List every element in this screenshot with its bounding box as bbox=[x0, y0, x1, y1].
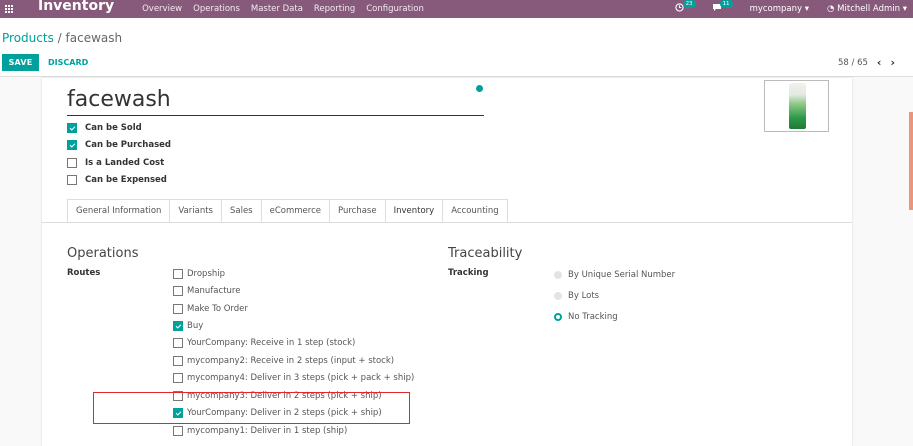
route-label: Manufacture bbox=[187, 286, 241, 296]
route-dropship-checkbox[interactable] bbox=[173, 269, 183, 279]
pager: 58 / 65 ‹ › bbox=[838, 56, 895, 69]
routes-label: Routes bbox=[67, 268, 101, 278]
tab-sales[interactable]: Sales bbox=[221, 199, 262, 223]
route-label: mycompany1: Deliver in 1 step (ship) bbox=[187, 426, 348, 436]
tab-ecommerce[interactable]: eCommerce bbox=[261, 199, 330, 223]
landed-cost-row: Is a Landed Cost bbox=[67, 158, 164, 168]
pager-next-icon[interactable]: › bbox=[890, 56, 895, 69]
tracking-label: Tracking bbox=[448, 268, 489, 278]
route-checkbox[interactable] bbox=[173, 356, 183, 366]
route-label: Buy bbox=[187, 321, 204, 331]
route-label: YourCompany: Receive in 1 step (stock) bbox=[187, 338, 356, 348]
tracking-lots-radio[interactable] bbox=[554, 292, 562, 300]
route-checkbox[interactable] bbox=[173, 426, 183, 436]
control-panel: Products / facewash SAVE DISCARD 58 / 65… bbox=[0, 18, 913, 77]
route-label: Make To Order bbox=[187, 304, 248, 314]
menu-operations[interactable]: Operations bbox=[193, 4, 240, 14]
route-manufacture-checkbox[interactable] bbox=[173, 286, 183, 296]
radio-label: By Lots bbox=[568, 291, 600, 301]
route-label: mycompany2: Receive in 2 steps (input + … bbox=[187, 356, 395, 366]
landed-cost-label: Is a Landed Cost bbox=[85, 158, 165, 168]
product-name-field[interactable]: facewash bbox=[67, 86, 171, 114]
route-checkbox[interactable] bbox=[173, 338, 183, 348]
product-image[interactable] bbox=[764, 80, 829, 132]
breadcrumb-current: facewash bbox=[65, 31, 123, 45]
route-dropship: Dropship bbox=[173, 269, 225, 279]
menu-master-data[interactable]: Master Data bbox=[251, 4, 303, 14]
tab-general-information[interactable]: General Information bbox=[67, 199, 171, 223]
tab-purchase[interactable]: Purchase bbox=[329, 199, 386, 223]
can-be-sold-row: Can be Sold bbox=[67, 123, 142, 133]
tab-accounting[interactable]: Accounting bbox=[443, 199, 508, 223]
app-title[interactable]: Inventory bbox=[38, 0, 114, 13]
radio-label: By Unique Serial Number bbox=[568, 270, 676, 280]
tracking-serial-radio[interactable] bbox=[554, 271, 562, 279]
can-be-purchased-checkbox[interactable] bbox=[67, 140, 77, 150]
user-name: Mitchell Admin bbox=[837, 4, 901, 14]
route-label: Dropship bbox=[187, 269, 226, 279]
top-navbar: Inventory Overview Operations Master Dat… bbox=[0, 0, 913, 18]
traceability-title: Traceability bbox=[448, 246, 523, 261]
save-button[interactable]: SAVE bbox=[2, 54, 39, 71]
route-mycompany2-receive-2: mycompany2: Receive in 2 steps (input + … bbox=[173, 356, 394, 366]
tabs-divider bbox=[42, 222, 852, 223]
can-be-sold-checkbox[interactable] bbox=[67, 123, 77, 133]
notebook-tabs: General Information Variants Sales eComm… bbox=[67, 199, 508, 223]
tab-inventory[interactable]: Inventory bbox=[385, 199, 444, 223]
breadcrumb-separator: / bbox=[57, 31, 62, 45]
messages-chat-icon[interactable]: 11 bbox=[712, 0, 733, 15]
can-be-expensed-label: Can be Expensed bbox=[85, 175, 167, 185]
user-menu[interactable]: ◔ Mitchell Admin ▾ bbox=[827, 4, 907, 14]
systray: 23 11 mycompany ▾ ◔ Mitchell Admin ▾ bbox=[674, 0, 913, 18]
tracking-lots-option: By Lots bbox=[554, 291, 599, 301]
radio-label: No Tracking bbox=[568, 312, 618, 322]
route-mycompany1-deliver-1: mycompany1: Deliver in 1 step (ship) bbox=[173, 426, 347, 436]
company-name: mycompany bbox=[749, 4, 803, 14]
route-buy: Buy bbox=[173, 321, 203, 331]
tracking-none-option: No Tracking bbox=[554, 312, 618, 322]
highlight-box bbox=[93, 392, 410, 424]
operations-title: Operations bbox=[67, 246, 139, 261]
discard-button[interactable]: DISCARD bbox=[48, 54, 88, 71]
scrollbar-accent[interactable] bbox=[909, 112, 913, 210]
route-checkbox[interactable] bbox=[173, 373, 183, 383]
activity-count-badge: 23 bbox=[682, 0, 696, 8]
can-be-purchased-row: Can be Purchased bbox=[67, 140, 171, 150]
can-be-sold-label: Can be Sold bbox=[85, 123, 142, 133]
route-mycompany4-deliver-3: mycompany4: Deliver in 3 steps (pick + p… bbox=[173, 373, 414, 383]
pager-previous-icon[interactable]: ‹ bbox=[877, 56, 882, 69]
breadcrumb: Products / facewash bbox=[2, 31, 122, 45]
landed-cost-checkbox[interactable] bbox=[67, 158, 77, 168]
breadcrumb-products[interactable]: Products bbox=[2, 31, 54, 45]
activity-clock-icon[interactable]: 23 bbox=[674, 0, 696, 15]
caret-down-icon: ▾ bbox=[902, 4, 907, 14]
tracking-none-radio[interactable] bbox=[554, 313, 562, 321]
can-be-expensed-checkbox[interactable] bbox=[67, 175, 77, 185]
route-yourcompany-receive-1: YourCompany: Receive in 1 step (stock) bbox=[173, 338, 355, 348]
can-be-purchased-label: Can be Purchased bbox=[85, 140, 172, 150]
apps-menu-icon[interactable] bbox=[0, 0, 18, 18]
route-label: mycompany4: Deliver in 3 steps (pick + p… bbox=[187, 373, 415, 383]
can-be-expensed-row: Can be Expensed bbox=[67, 175, 167, 185]
main-menu: Overview Operations Master Data Reportin… bbox=[142, 4, 424, 14]
menu-reporting[interactable]: Reporting bbox=[314, 4, 355, 14]
message-count-badge: 11 bbox=[719, 0, 733, 8]
facewash-tube-image bbox=[789, 83, 806, 129]
form-sheet: facewash Can be Sold Can be Purchased Is… bbox=[42, 78, 852, 446]
name-underline bbox=[67, 115, 484, 116]
route-manufacture: Manufacture bbox=[173, 286, 240, 296]
menu-overview[interactable]: Overview bbox=[142, 4, 182, 14]
route-mto-checkbox[interactable] bbox=[173, 304, 183, 314]
caret-down-icon: ▾ bbox=[804, 4, 810, 14]
route-make-to-order: Make To Order bbox=[173, 304, 248, 314]
route-buy-checkbox[interactable] bbox=[173, 321, 183, 331]
tab-variants[interactable]: Variants bbox=[170, 199, 222, 223]
user-avatar-icon: ◔ bbox=[827, 4, 835, 14]
company-switcher[interactable]: mycompany ▾ bbox=[750, 4, 809, 14]
tracking-serial-option: By Unique Serial Number bbox=[554, 270, 675, 280]
pager-value[interactable]: 58 / 65 bbox=[838, 58, 868, 68]
menu-configuration[interactable]: Configuration bbox=[366, 4, 424, 14]
translate-globe-icon[interactable] bbox=[476, 85, 483, 92]
